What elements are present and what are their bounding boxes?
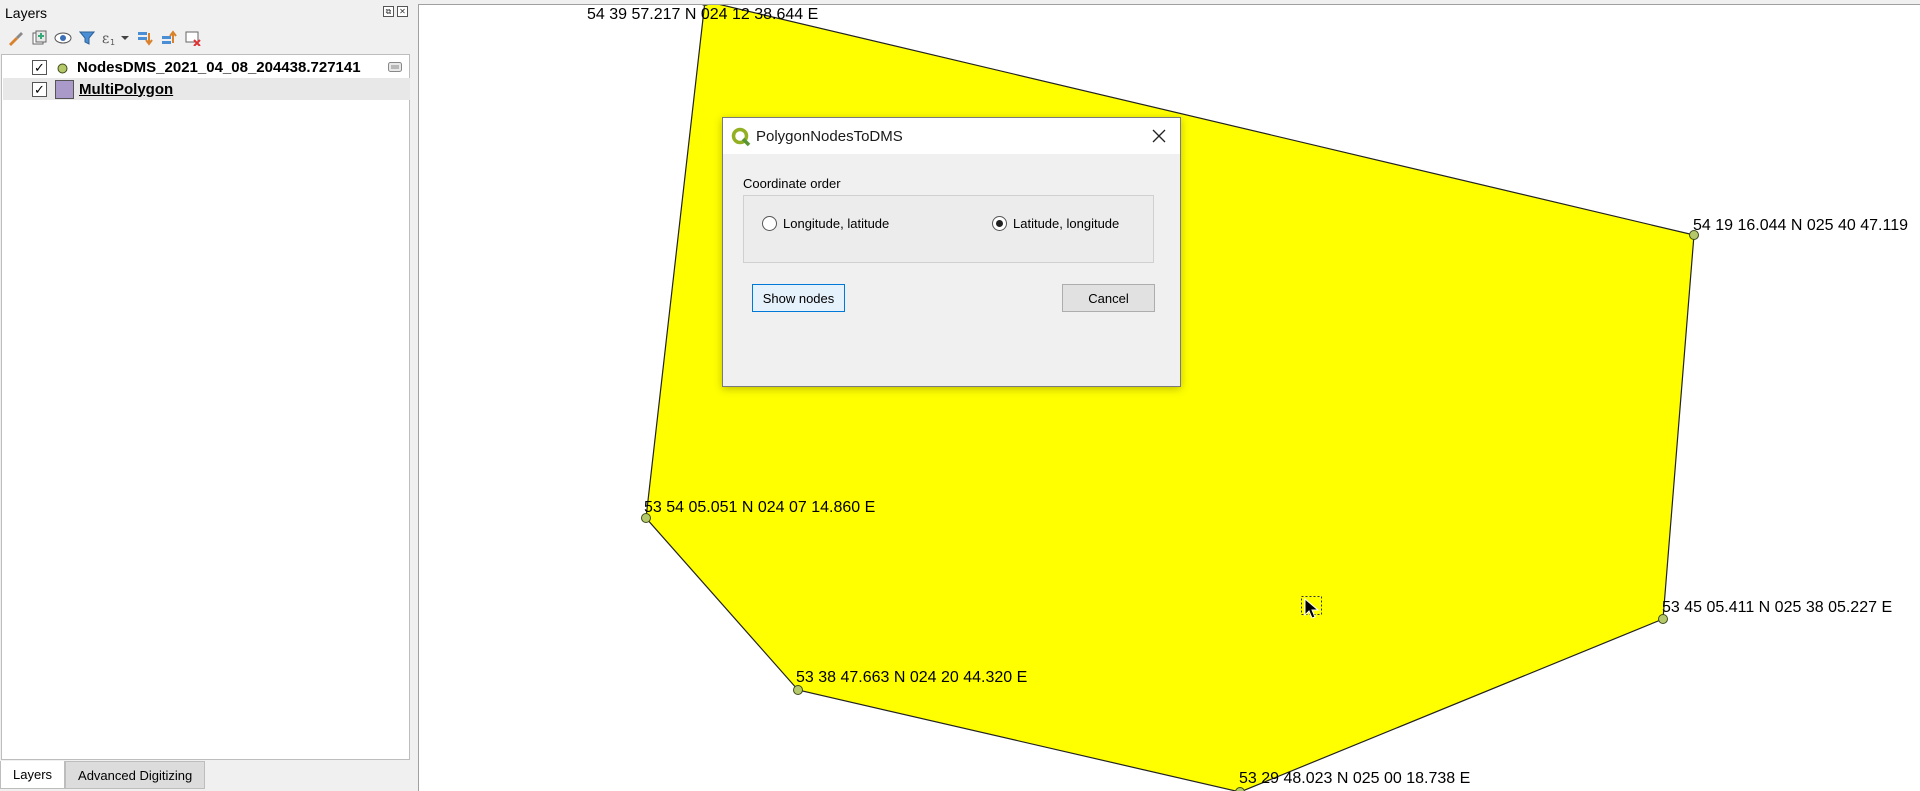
radio-latitude-longitude[interactable]: Latitude, longitude bbox=[992, 216, 1119, 231]
panel-bottom-tabs: Layers Advanced Digitizing bbox=[0, 761, 206, 791]
expand-all-icon[interactable] bbox=[134, 27, 156, 49]
radio-label: Latitude, longitude bbox=[1013, 216, 1120, 231]
svg-text:ε: ε bbox=[102, 31, 109, 46]
layers-panel-header: Layers ⧉ ✕ bbox=[0, 0, 412, 26]
node-label: 54 19 16.044 N 025 40 47.119 bbox=[1693, 217, 1908, 234]
layers-panel: Layers ⧉ ✕ ε1 ✓ NodesDMS_2021_04_08_2044… bbox=[0, 0, 412, 791]
node-label: 53 54 05.051 N 024 07 14.860 E bbox=[644, 499, 876, 516]
layer-row-multipolygon[interactable]: ✓ MultiPolygon bbox=[3, 78, 410, 100]
visibility-eye-icon[interactable] bbox=[52, 27, 74, 49]
add-group-icon[interactable] bbox=[28, 27, 50, 49]
show-nodes-button[interactable]: Show nodes bbox=[752, 284, 845, 312]
layer-checkbox[interactable]: ✓ bbox=[32, 81, 47, 97]
panel-title: Layers bbox=[5, 5, 48, 21]
polygon-symbol-icon bbox=[55, 80, 74, 102]
layer-tree: ✓ NodesDMS_2021_04_08_204438.727141 ✓ Mu… bbox=[1, 54, 410, 760]
cancel-button[interactable]: Cancel bbox=[1062, 284, 1155, 312]
radio-label: Longitude, latitude bbox=[783, 216, 890, 231]
radio-longitude-latitude[interactable]: Longitude, latitude bbox=[762, 216, 889, 231]
close-panel-icon[interactable]: ✕ bbox=[397, 6, 408, 17]
node-label: 54 39 57.217 N 024 12 38.644 E bbox=[587, 6, 819, 23]
layer-name: MultiPolygon bbox=[79, 80, 174, 98]
remove-layer-icon[interactable] bbox=[182, 27, 204, 49]
node-label: 53 29 48.023 N 025 00 18.738 E bbox=[1239, 770, 1471, 787]
polygon-nodes-dialog: PolygonNodesToDMS Coordinate order Longi… bbox=[722, 117, 1181, 387]
node-label: 53 38 47.663 N 024 20 44.320 E bbox=[796, 669, 1028, 686]
coordinate-order-group: Longitude, latitude Latitude, longitude bbox=[743, 195, 1154, 263]
node-label: 53 45 05.411 N 025 38 05.227 E bbox=[1662, 599, 1893, 616]
coordinate-order-label: Coordinate order bbox=[743, 176, 841, 191]
mouse-pointer-icon bbox=[1301, 596, 1325, 625]
tab-advanced-digitizing[interactable]: Advanced Digitizing bbox=[65, 761, 206, 789]
expression-filter-icon[interactable]: ε1 bbox=[100, 27, 132, 49]
dialog-titlebar[interactable]: PolygonNodesToDMS bbox=[723, 118, 1180, 154]
collapse-all-icon[interactable] bbox=[158, 27, 180, 49]
layer-row-nodesdms[interactable]: ✓ NodesDMS_2021_04_08_204438.727141 bbox=[3, 56, 410, 78]
style-brush-icon[interactable] bbox=[4, 27, 26, 49]
radio-button[interactable] bbox=[762, 216, 777, 231]
dialog-title: PolygonNodesToDMS bbox=[756, 128, 903, 145]
point-symbol-icon bbox=[57, 62, 68, 77]
svg-text:1: 1 bbox=[110, 38, 115, 46]
radio-button-selected[interactable] bbox=[992, 216, 1007, 231]
layer-feature-count-icon bbox=[388, 61, 402, 76]
close-icon[interactable] bbox=[1146, 124, 1172, 148]
layer-name: NodesDMS_2021_04_08_204438.727141 bbox=[77, 58, 361, 76]
filter-icon[interactable] bbox=[76, 27, 98, 49]
qgis-logo-icon bbox=[731, 127, 751, 150]
layer-checkbox[interactable]: ✓ bbox=[32, 59, 47, 75]
layers-toolbar: ε1 bbox=[4, 27, 204, 49]
float-panel-icon[interactable]: ⧉ bbox=[383, 6, 394, 17]
tab-layers[interactable]: Layers bbox=[0, 761, 66, 789]
